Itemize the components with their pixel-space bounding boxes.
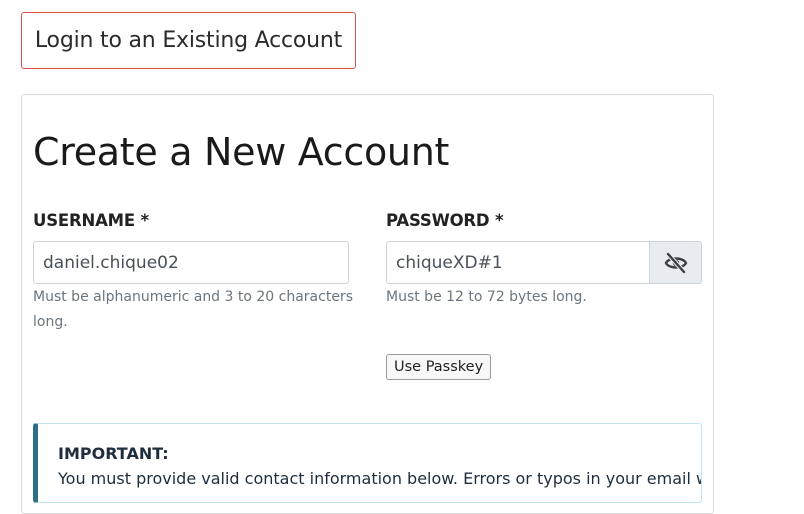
password-label: PASSWORD * bbox=[386, 211, 504, 230]
use-passkey-button[interactable]: Use Passkey bbox=[386, 354, 492, 380]
password-input[interactable]: chiqueXD#1 bbox=[386, 241, 650, 284]
important-notice: IMPORTANT: You must provide valid contac… bbox=[33, 423, 702, 503]
notice-title: IMPORTANT: bbox=[58, 444, 169, 463]
toggle-password-visibility-button[interactable] bbox=[649, 241, 702, 284]
eye-slash-icon bbox=[664, 252, 687, 273]
login-existing-account-button[interactable]: Login to an Existing Account bbox=[21, 12, 356, 69]
username-label: USERNAME * bbox=[33, 211, 149, 230]
username-help-text: Must be alphanumeric and 3 to 20 charact… bbox=[33, 289, 353, 330]
password-help-text: Must be 12 to 72 bytes long. bbox=[386, 289, 587, 305]
page-title: Create a New Account bbox=[33, 130, 450, 174]
username-input[interactable]: daniel.chique02 bbox=[33, 241, 349, 284]
